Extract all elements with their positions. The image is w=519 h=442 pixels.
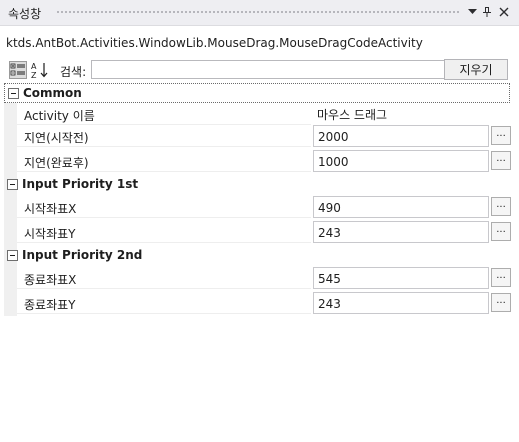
property-name-cell: 종료좌표X bbox=[17, 267, 311, 289]
property-name: 지연(완료후) bbox=[24, 156, 89, 170]
ellipsis-button[interactable]: ... bbox=[491, 293, 511, 312]
property-name-cell: 지연(완료후) bbox=[17, 150, 311, 172]
ellipsis-button[interactable]: ... bbox=[491, 151, 511, 170]
property-name: 시작좌표Y bbox=[24, 227, 76, 241]
property-row-delay-after[interactable]: 지연(완료후) 1000 ... bbox=[17, 150, 511, 173]
property-name-cell: 지연(시작전) bbox=[17, 125, 311, 147]
property-name: Activity 이름 bbox=[24, 109, 95, 123]
category-label: Input Priority 2nd bbox=[22, 248, 143, 262]
panel-titlebar: 속성창 bbox=[0, 0, 519, 26]
ellipsis-button[interactable]: ... bbox=[491, 126, 511, 145]
property-toolbar: A Z 검색: 지우기 bbox=[0, 57, 519, 83]
property-value-field[interactable]: 243 bbox=[313, 292, 489, 314]
category-input-priority-1st[interactable]: Input Priority 1st bbox=[4, 175, 510, 195]
search-label: 검색: bbox=[60, 65, 87, 79]
property-value: 2000 bbox=[318, 130, 349, 144]
category-label: Input Priority 1st bbox=[22, 177, 139, 191]
panel-title: 속성창 bbox=[8, 7, 42, 21]
grid-gutter bbox=[4, 103, 17, 316]
collapse-icon[interactable] bbox=[8, 88, 19, 99]
property-value: 490 bbox=[318, 201, 341, 215]
property-value: 545 bbox=[318, 272, 341, 286]
property-name-cell: 종료좌표Y bbox=[17, 292, 311, 314]
property-name-cell: 시작좌표Y bbox=[17, 221, 311, 243]
selected-object-type: ktds.AntBot.Activities.WindowLib.MouseDr… bbox=[6, 36, 423, 50]
category-input-priority-2nd[interactable]: Input Priority 2nd bbox=[4, 246, 510, 266]
alphabetical-sort-icon[interactable]: A Z bbox=[30, 61, 48, 80]
pin-icon[interactable] bbox=[479, 4, 495, 20]
property-row-end-x[interactable]: 종료좌표X 545 ... bbox=[17, 267, 511, 290]
category-common[interactable]: Common bbox=[4, 83, 510, 103]
property-value: 243 bbox=[318, 226, 341, 240]
categorized-view-icon[interactable] bbox=[9, 61, 27, 79]
ellipsis-button[interactable]: ... bbox=[491, 197, 511, 216]
dropdown-icon[interactable] bbox=[464, 4, 480, 20]
property-value[interactable]: 마우스 드래그 bbox=[317, 106, 387, 123]
property-name: 종료좌표X bbox=[24, 273, 77, 287]
property-name: 종료좌표Y bbox=[24, 298, 76, 312]
property-name-cell: 시작좌표X bbox=[17, 196, 311, 218]
property-value-field[interactable]: 243 bbox=[313, 221, 489, 243]
collapse-icon[interactable] bbox=[7, 179, 18, 190]
close-icon[interactable] bbox=[496, 4, 512, 20]
clear-search-button[interactable]: 지우기 bbox=[444, 59, 508, 80]
collapse-icon[interactable] bbox=[7, 250, 18, 261]
property-row-start-y[interactable]: 시작좌표Y 243 ... bbox=[17, 221, 511, 244]
property-value-field[interactable]: 1000 bbox=[313, 150, 489, 172]
property-row-end-y[interactable]: 종료좌표Y 243 ... bbox=[17, 292, 511, 315]
property-value: 243 bbox=[318, 297, 341, 311]
property-name-cell: Activity 이름 bbox=[17, 103, 311, 125]
property-name: 지연(시작전) bbox=[24, 131, 89, 145]
property-row-delay-before[interactable]: 지연(시작전) 2000 ... bbox=[17, 125, 511, 148]
svg-text:A: A bbox=[31, 62, 37, 71]
titlebar-grip[interactable] bbox=[56, 10, 459, 15]
property-row-start-x[interactable]: 시작좌표X 490 ... bbox=[17, 196, 511, 219]
ellipsis-button[interactable]: ... bbox=[491, 222, 511, 241]
property-value-field[interactable]: 545 bbox=[313, 267, 489, 289]
search-input[interactable] bbox=[91, 60, 447, 79]
svg-text:Z: Z bbox=[31, 71, 37, 79]
property-value: 1000 bbox=[318, 155, 349, 169]
property-row-activity-name[interactable]: Activity 이름 마우스 드래그 bbox=[17, 103, 511, 126]
ellipsis-button[interactable]: ... bbox=[491, 268, 511, 287]
property-value-field[interactable]: 2000 bbox=[313, 125, 489, 147]
property-name: 시작좌표X bbox=[24, 202, 77, 216]
category-label: Common bbox=[23, 86, 82, 100]
property-value-field[interactable]: 490 bbox=[313, 196, 489, 218]
